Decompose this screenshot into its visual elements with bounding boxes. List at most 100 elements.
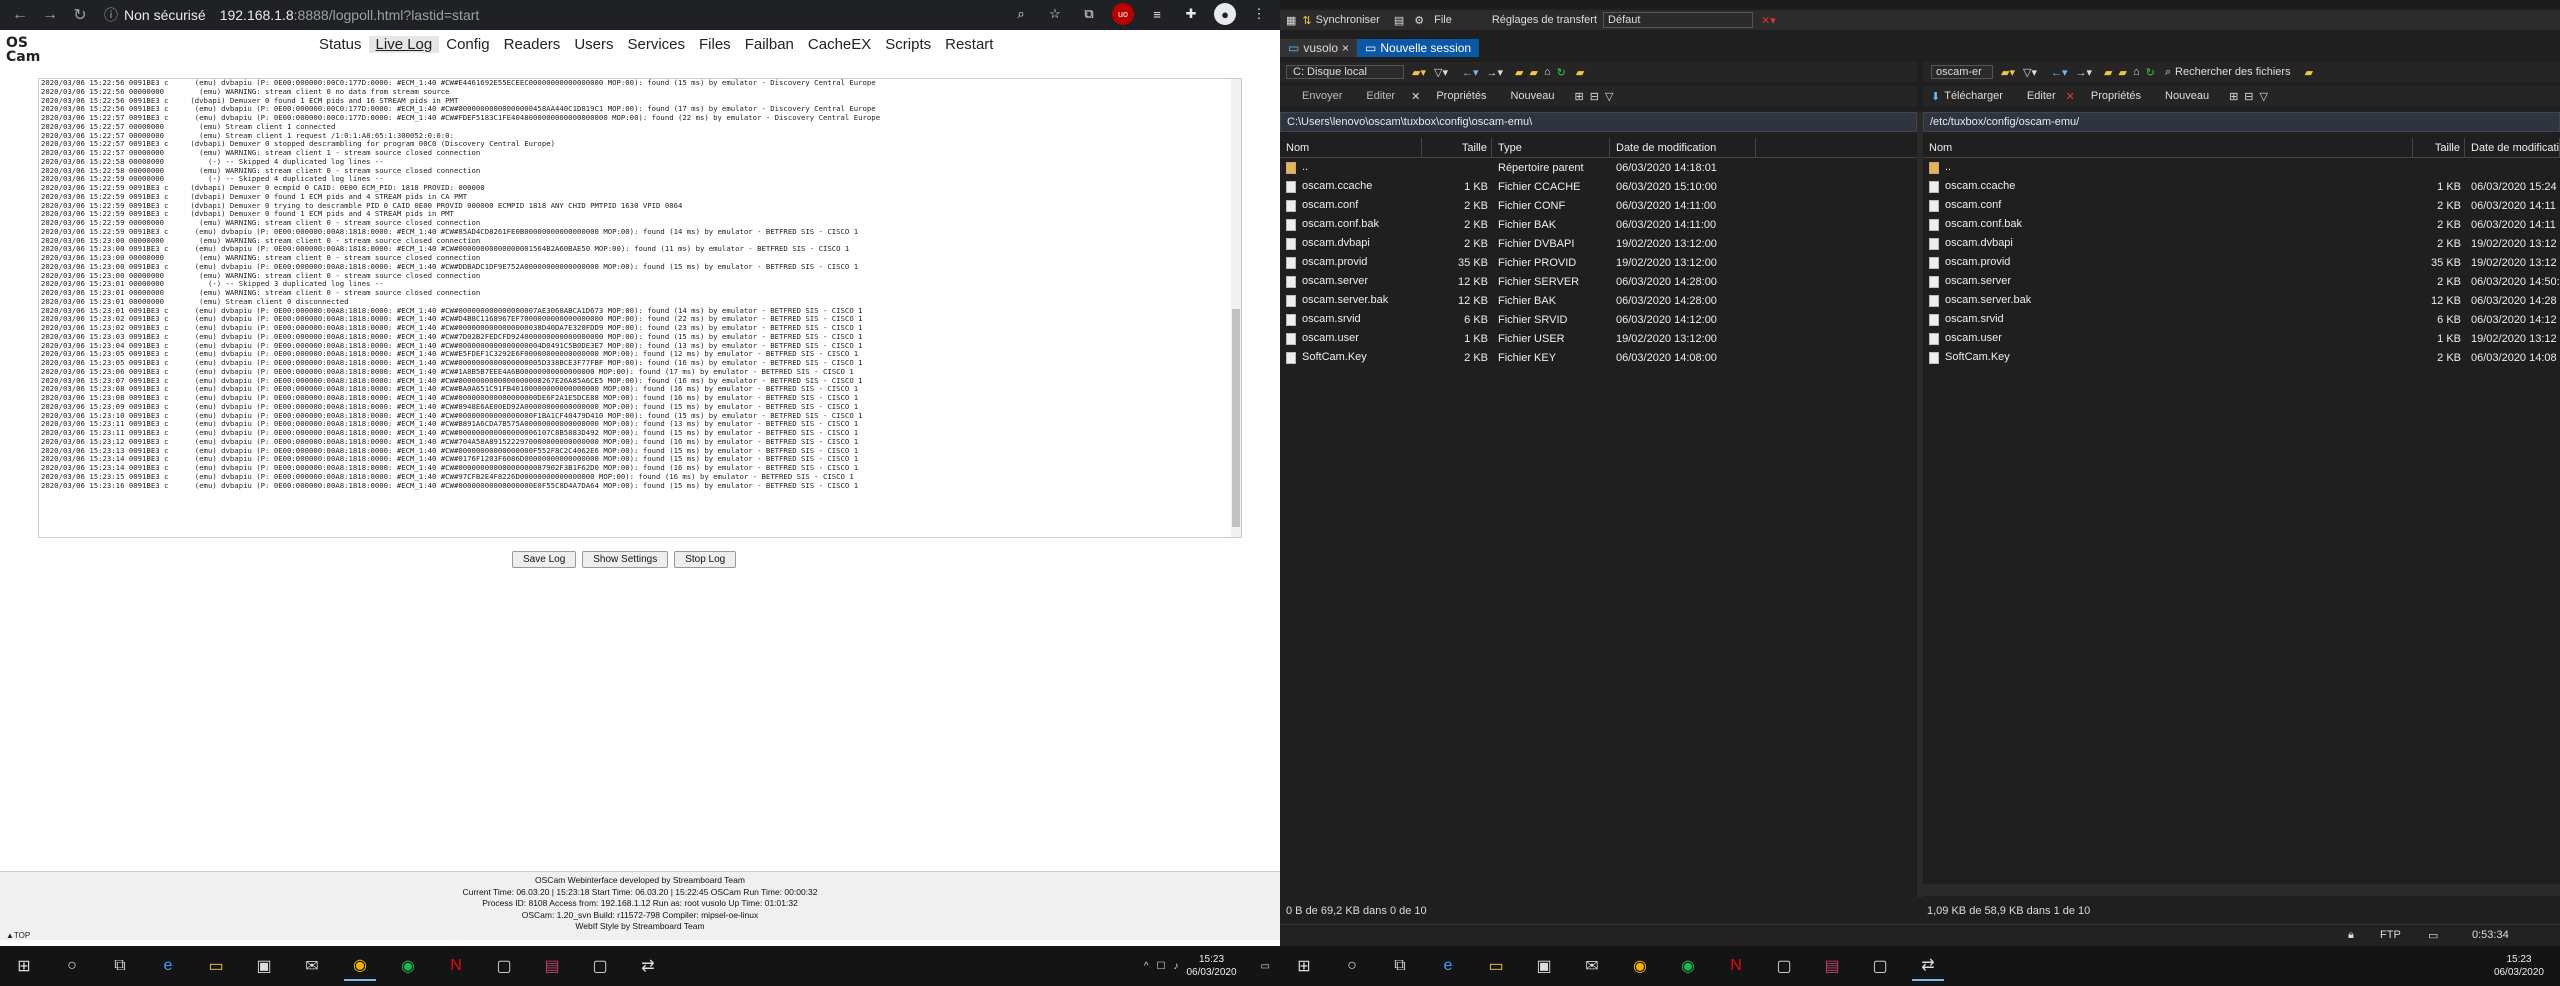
refresh-icon[interactable]: ↻ xyxy=(2146,66,2155,79)
nav-restart[interactable]: Restart xyxy=(938,36,1000,53)
chrome-icon[interactable]: ◉ xyxy=(344,951,376,981)
app-icon[interactable]: ▢ xyxy=(584,951,616,981)
download-button[interactable]: Télécharger xyxy=(1944,90,2003,102)
col-size[interactable]: Taille xyxy=(2413,137,2465,158)
minus-icon[interactable]: ⊟ xyxy=(2244,90,2253,103)
nav-failban[interactable]: Failban xyxy=(738,36,801,53)
nav-readers[interactable]: Readers xyxy=(497,36,568,53)
file-row[interactable]: oscam.provid 35 KB 19/02/2020 13:12 xyxy=(1923,253,2560,272)
filter-icon[interactable]: ▽ xyxy=(2260,90,2268,103)
sync-icon[interactable]: ⇅ xyxy=(1302,14,1311,27)
root-icon[interactable]: ▰ xyxy=(2119,66,2127,79)
spotify-icon[interactable]: ◉ xyxy=(392,951,424,981)
app-icon[interactable]: ▢ xyxy=(488,951,520,981)
file-row[interactable]: SoftCam.Key 2 KB Fichier KEY 06/03/2020 14:… xyxy=(1280,348,1917,367)
file-row[interactable]: oscam.srvid 6 KB Fichier SRVID 06/03/2020 1… xyxy=(1280,310,1917,329)
grid-icon[interactable]: ▦ xyxy=(1286,14,1296,27)
file-row[interactable]: oscam.conf.bak 2 KB 06/03/2020 14:11 xyxy=(1923,215,2560,234)
file-row[interactable]: .. xyxy=(1923,158,2560,177)
extension-icon[interactable]: ⧉ xyxy=(1078,3,1100,25)
local-path[interactable]: C:\Users\lenovo\oscam\tuxbox\config\osca… xyxy=(1280,112,1917,132)
edit-button[interactable]: Editer xyxy=(1366,90,1395,102)
app-icon[interactable]: ▢ xyxy=(1864,951,1896,981)
plus-icon[interactable]: ⊞ xyxy=(1575,90,1584,103)
col-date[interactable]: Date de modification xyxy=(1610,137,1756,158)
forward-icon[interactable]: → xyxy=(38,3,62,27)
col-size[interactable]: Taille xyxy=(1422,137,1492,158)
file-row[interactable]: .. Répertoire parent 06/03/2020 14:18:01 xyxy=(1280,158,1917,177)
spotify-icon[interactable]: ◉ xyxy=(1672,951,1704,981)
forward-icon[interactable]: →▾ xyxy=(2076,66,2093,79)
mail-icon[interactable]: ✉ xyxy=(1576,951,1608,981)
network-icon[interactable]: ☐ xyxy=(1157,961,1166,972)
app-icon[interactable]: ▢ xyxy=(1768,951,1800,981)
windows-start-icon[interactable]: ⊞ xyxy=(8,951,40,981)
nav-status[interactable]: Status xyxy=(312,36,369,53)
home-icon[interactable]: ⌂ xyxy=(1544,66,1551,78)
search-icon[interactable]: ⌕ xyxy=(2165,66,2171,79)
filter-icon[interactable]: ▽ xyxy=(1605,90,1613,103)
task-view-icon[interactable]: ⧉ xyxy=(1384,951,1416,981)
store-icon[interactable]: ▣ xyxy=(248,951,280,981)
home-icon[interactable]: ⌂ xyxy=(2133,66,2140,78)
delete-icon[interactable]: ✕ xyxy=(1411,90,1420,103)
new-button[interactable]: Nouveau xyxy=(1510,90,1554,102)
volume-icon[interactable]: ♪ xyxy=(1173,961,1178,972)
avatar[interactable]: ● xyxy=(1214,3,1236,25)
compare-icon[interactable]: ▤ xyxy=(1394,14,1404,27)
forward-icon[interactable]: →▾ xyxy=(1487,66,1504,79)
nav-cacheex[interactable]: CacheEX xyxy=(801,36,878,53)
file-row[interactable]: oscam.ccache 1 KB 06/03/2020 15:24 xyxy=(1923,177,2560,196)
file-explorer-icon[interactable]: ▭ xyxy=(200,951,232,981)
file-row[interactable]: oscam.user 1 KB Fichier USER 19/02/2020 13:… xyxy=(1280,329,1917,348)
mail-icon[interactable]: ✉ xyxy=(296,951,328,981)
tab-new-session[interactable]: ▭ Nouvelle session xyxy=(1357,39,1480,57)
info-icon[interactable]: ⓘ xyxy=(104,5,118,25)
netflix-icon[interactable]: N xyxy=(440,951,472,981)
nav-live-log[interactable]: Live Log xyxy=(368,36,440,53)
remote-hscrollbar[interactable] xyxy=(1923,884,2560,896)
remote-panel[interactable]: /etc/tuxbox/config/oscam-emu/ Nom Taille… xyxy=(1923,112,2560,897)
address-bar[interactable]: ⓘ Non sécurisé 192.168.1.8 :8888/logpoll… xyxy=(104,3,479,27)
refresh-icon[interactable]: ↻ xyxy=(1557,66,1566,79)
find-files-button[interactable]: Rechercher des fichiers xyxy=(2175,66,2291,78)
settings-icon[interactable]: ⚙ xyxy=(1414,14,1424,27)
store-icon[interactable]: ▣ xyxy=(1528,951,1560,981)
live-log[interactable]: 2020/03/06 15:22:56 0091BE3 c (emu) dvba… xyxy=(38,78,1242,538)
file-row[interactable]: oscam.user 1 KB 19/02/2020 13:12 xyxy=(1923,329,2560,348)
minus-icon[interactable]: ⊟ xyxy=(1590,90,1599,103)
tab-vusolo[interactable]: ▭ vusolo × xyxy=(1280,39,1358,57)
file-row[interactable]: oscam.ccache 1 KB Fichier CCACHE 06/03/2020… xyxy=(1280,177,1917,196)
local-panel[interactable]: C:\Users\lenovo\oscam\tuxbox\config\osca… xyxy=(1280,112,1917,897)
remote-path[interactable]: /etc/tuxbox/config/oscam-emu/ xyxy=(1923,112,2560,132)
file-row[interactable]: oscam.server.bak 12 KB Fichier BAK 06/03/20… xyxy=(1280,291,1917,310)
file-row[interactable]: oscam.server.bak 12 KB 06/03/2020 14:28 xyxy=(1923,291,2560,310)
find-icon[interactable]: ▰ xyxy=(2305,66,2313,79)
file-row[interactable]: oscam.srvid 6 KB 06/03/2020 14:12 xyxy=(1923,310,2560,329)
stop-log-button[interactable]: Stop Log xyxy=(674,551,737,568)
file-row[interactable]: oscam.conf 2 KB 06/03/2020 14:11 xyxy=(1923,196,2560,215)
file-row[interactable]: oscam.dvbapi 2 KB 19/02/2020 13:12 xyxy=(1923,234,2560,253)
folder-icon[interactable]: ▰ xyxy=(1515,66,1523,79)
sync-button[interactable]: Synchroniser xyxy=(1316,14,1380,26)
delete-icon[interactable]: ✕ xyxy=(2066,90,2075,103)
oscam-logo[interactable]: OS Cam xyxy=(6,36,40,70)
file-explorer-icon[interactable]: ▭ xyxy=(1480,951,1512,981)
show-settings-button[interactable]: Show Settings xyxy=(582,551,669,568)
winscp-icon[interactable]: ⇄ xyxy=(1912,951,1944,981)
col-name[interactable]: Nom xyxy=(1923,137,2413,158)
nav-users[interactable]: Users xyxy=(567,36,620,53)
winscp-icon[interactable]: ⇄ xyxy=(632,951,664,981)
notification-icon[interactable]: ▭ xyxy=(1261,961,1270,972)
netflix-icon[interactable]: N xyxy=(1720,951,1752,981)
file-row[interactable]: oscam.server 12 KB Fichier SERVER 06/03/202… xyxy=(1280,272,1917,291)
col-type[interactable]: Type xyxy=(1492,137,1610,158)
search-icon[interactable]: ○ xyxy=(56,951,88,981)
new-button[interactable]: Nouveau xyxy=(2165,90,2209,102)
file-row[interactable]: oscam.dvbapi 2 KB Fichier DVBAPI 19/02/2020… xyxy=(1280,234,1917,253)
find-icon[interactable]: ▰ xyxy=(1576,66,1584,79)
chevron-down-icon[interactable]: ✕▾ xyxy=(1761,14,1776,27)
file-row[interactable]: SoftCam.Key 2 KB 06/03/2020 14:08 xyxy=(1923,348,2560,367)
back-icon[interactable]: ←▾ xyxy=(1462,66,1479,79)
winrar-icon[interactable]: ▤ xyxy=(1816,951,1848,981)
